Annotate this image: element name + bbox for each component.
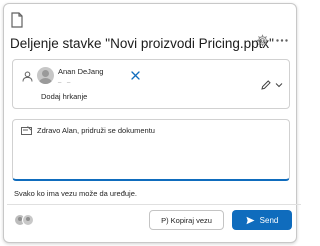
message-text: Zdravo Alan, pridruži se dokumentu xyxy=(37,126,155,135)
remove-recipient-icon[interactable] xyxy=(129,69,142,82)
dialog-title: Deljenje stavke "Novi proizvodi Pricing.… xyxy=(10,36,274,51)
person-icon xyxy=(22,71,33,82)
footer-divider xyxy=(7,204,301,205)
recipient-chip[interactable]: Anan DeJang _ _ xyxy=(37,65,149,86)
recipient-subtext: _ _ xyxy=(58,77,73,84)
avatar xyxy=(37,67,54,84)
file-icon xyxy=(11,12,23,28)
avatar xyxy=(22,214,34,226)
more-options-icon[interactable] xyxy=(275,34,289,47)
message-icon xyxy=(21,126,32,135)
share-dialog: Deljenje stavke "Novi proizvodi Pricing.… xyxy=(3,3,301,243)
copy-link-button[interactable]: P) Kopiraj vezu xyxy=(149,210,224,230)
shared-people-icon[interactable] xyxy=(14,214,36,228)
send-arrow-icon xyxy=(246,216,255,224)
message-textarea[interactable]: Zdravo Alan, pridruži se dokumentu xyxy=(12,119,290,181)
permission-dropdown[interactable] xyxy=(260,78,286,92)
link-access-settings[interactable]: Svako ko ima vezu može da uređuje. xyxy=(14,189,137,198)
settings-gear-icon[interactable] xyxy=(256,34,269,47)
recipient-name: Anan DeJang xyxy=(58,66,104,76)
add-recipients-input[interactable]: Dodaj hrkanje xyxy=(41,92,87,101)
chevron-down-icon xyxy=(275,83,283,88)
send-button[interactable]: Send xyxy=(232,210,292,230)
recipients-field[interactable]: Anan DeJang _ _ Dodaj hrkanje xyxy=(12,59,290,109)
edit-pencil-icon xyxy=(261,80,271,90)
send-label: Send xyxy=(259,215,279,225)
